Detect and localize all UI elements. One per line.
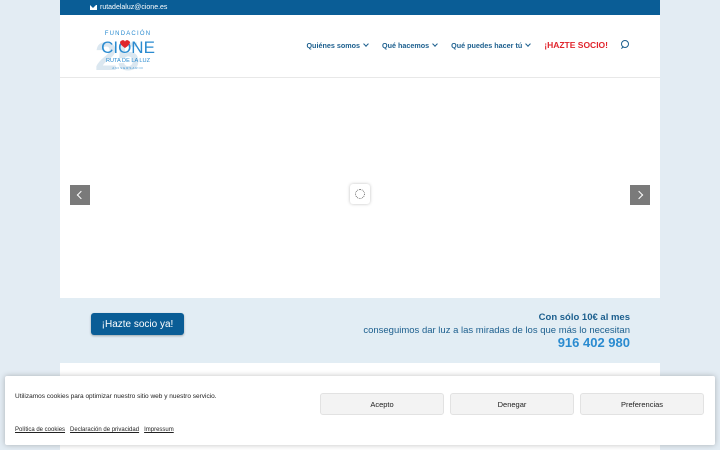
mail-icon [90, 5, 97, 10]
nav-item-hazte-socio[interactable]: ¡HAZTE SOCIO! [544, 40, 608, 50]
chevron-down-icon [363, 41, 369, 47]
logo-line3: RUTA DE LA LUZ [106, 58, 151, 64]
topbar-email[interactable]: rutadelaluz@cione.es [100, 4, 167, 11]
cookie-message: Utilizamos cookies para optimizar nuestr… [15, 393, 217, 400]
cookie-links: Política de cookies Declaración de priva… [15, 427, 179, 433]
nav-item-label: Qué puedes hacer tú [451, 40, 523, 50]
main-nav: Quiénes somos Qué hacemos Qué puedes hac… [292, 40, 630, 50]
logo-line1: FUNDACIÓN [105, 30, 151, 37]
site-header: 25 FUNDACIÓN CIONE RUTA DE LA LUZ ANIVER… [60, 15, 660, 78]
cookie-banner: Utilizamos cookies para optimizar nuestr… [5, 376, 715, 445]
slider-prev-arrow-icon[interactable] [70, 185, 90, 205]
logo[interactable]: 25 FUNDACIÓN CIONE RUTA DE LA LUZ ANIVER… [93, 20, 163, 76]
cookie-policy-link[interactable]: Política de cookies [15, 427, 65, 433]
cookie-deny-button[interactable]: Denegar [450, 393, 574, 415]
cookie-accept-button[interactable]: Acepto [320, 393, 444, 415]
chevron-down-icon [432, 41, 438, 47]
privacy-statement-link[interactable]: Declaración de privacidad [70, 427, 139, 433]
search-icon[interactable] [620, 40, 630, 50]
hazte-socio-button[interactable]: ¡Hazte socio ya! [91, 313, 184, 335]
top-bar: rutadelaluz@cione.es [60, 0, 660, 15]
loading-spinner-icon [350, 184, 370, 204]
donation-headline: Con sólo 10€ al mes [538, 312, 630, 323]
nav-item-que-hacemos[interactable]: Qué hacemos [382, 40, 438, 50]
slider-next-arrow-icon[interactable] [630, 185, 650, 205]
logo-line4: ANIVERSARIO [112, 66, 144, 70]
nav-item-label: Quiénes somos [306, 40, 360, 50]
nav-item-quienes-somos[interactable]: Quiénes somos [306, 40, 369, 50]
chevron-down-icon [525, 41, 532, 47]
phone-number[interactable]: 916 402 980 [558, 335, 630, 350]
donation-band: ¡Hazte socio ya! Con sólo 10€ al mes con… [60, 298, 660, 363]
nav-item-label: Qué hacemos [382, 40, 430, 50]
nav-item-que-puedes-hacer[interactable]: Qué puedes hacer tú [451, 40, 532, 50]
cookie-preferences-button[interactable]: Preferencias [580, 393, 704, 415]
hero-slider [60, 78, 660, 298]
impressum-link[interactable]: Impressum [144, 427, 174, 433]
